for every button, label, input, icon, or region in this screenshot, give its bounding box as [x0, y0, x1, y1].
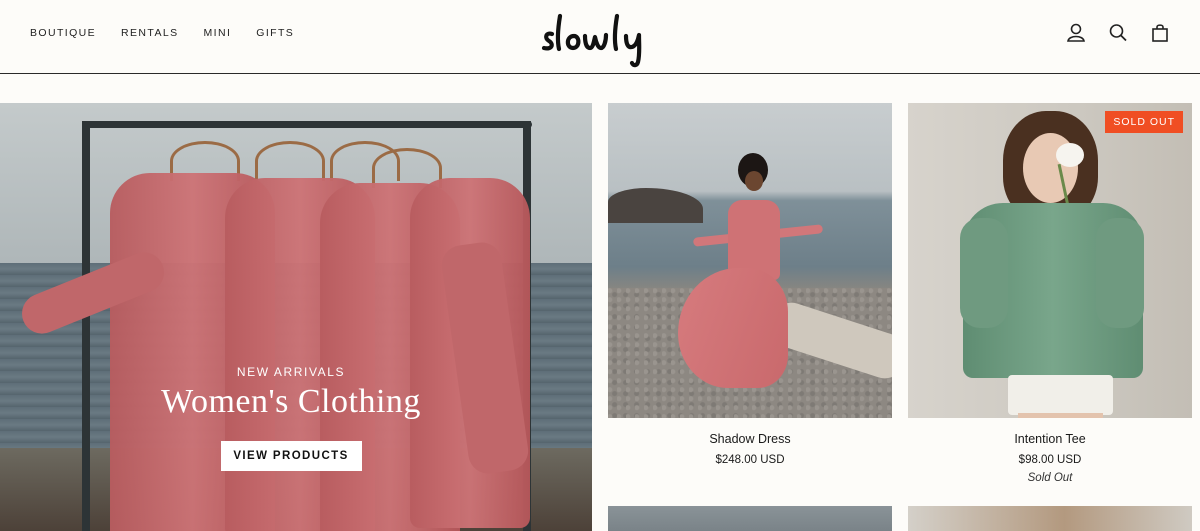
header-icons	[1066, 22, 1170, 44]
site-header: BOUTIQUE RENTALS MINI GIFTS	[0, 0, 1200, 74]
nav-link-rentals[interactable]: RENTALS	[121, 27, 178, 39]
model-shorts	[1008, 375, 1113, 415]
hanger	[255, 141, 325, 181]
nav-link-gifts[interactable]: GIFTS	[256, 27, 294, 39]
model-legs	[1018, 413, 1103, 418]
product-name[interactable]: Shadow Dress	[608, 432, 892, 446]
product-name[interactable]: Intention Tee	[908, 432, 1192, 446]
model-face	[745, 171, 763, 191]
hero-banner[interactable]: NEW ARRIVALS Women's Clothing VIEW PRODU…	[0, 103, 592, 531]
tee-sleeve	[960, 218, 1008, 328]
search-icon[interactable]	[1108, 22, 1128, 44]
account-icon[interactable]	[1066, 22, 1086, 44]
product-price: $98.00 USD	[1018, 454, 1082, 466]
view-products-button[interactable]: VIEW PRODUCTS	[220, 441, 362, 471]
product-card[interactable]: SOLD OUT Intention Tee $98.00 USD Sold O…	[908, 103, 1192, 484]
product-image[interactable]: SOLD OUT	[908, 103, 1192, 418]
product-image[interactable]	[608, 103, 892, 418]
hero-text: NEW ARRIVALS Women's Clothing VIEW PRODU…	[0, 365, 582, 471]
product-image-next[interactable]	[608, 506, 892, 531]
product-image-next[interactable]	[908, 506, 1192, 531]
cart-icon[interactable]	[1150, 22, 1170, 44]
main-nav: BOUTIQUE RENTALS MINI GIFTS	[30, 27, 319, 39]
product-price: $248.00 USD	[715, 454, 785, 466]
rack-bar	[82, 121, 532, 128]
sold-out-label: Sold Out	[1027, 472, 1073, 484]
rocks	[608, 188, 703, 223]
nav-link-mini[interactable]: MINI	[204, 27, 232, 39]
tee-sleeve	[1096, 218, 1144, 328]
hero-kicker: NEW ARRIVALS	[236, 365, 346, 379]
slowly-logo[interactable]	[538, 8, 662, 68]
hero-title: Women's Clothing	[161, 383, 421, 420]
product-card[interactable]: Shadow Dress $248.00 USD	[608, 103, 892, 466]
nav-link-boutique[interactable]: BOUTIQUE	[30, 27, 96, 39]
sold-out-badge: SOLD OUT	[1105, 111, 1183, 133]
model-skirt	[678, 268, 788, 388]
